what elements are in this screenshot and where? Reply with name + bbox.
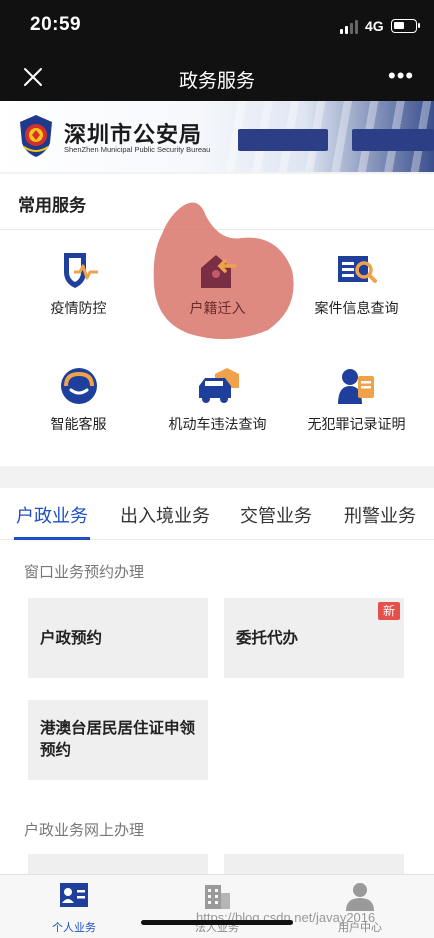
active-tab-indicator [14,537,90,540]
battery-icon [391,19,420,33]
nav-bar: 政务服务 ••• [0,55,434,101]
tile-online-partial[interactable] [28,854,208,874]
service-epidemic-control[interactable]: 疫情防控 [6,250,151,318]
battery-level [394,22,404,29]
common-services-section: 常用服务 疫情防控 户籍迁入 案件信息查询 智能客服 机动车违法查询 无犯罪记录… [0,174,434,466]
shield-heartbeat-icon [63,253,98,288]
headset-icon [60,368,97,404]
group-title: 户政业务网上办理 [24,822,145,839]
tile-delegated-service[interactable]: 委托代办 新 [224,598,404,678]
person-document-icon [337,369,374,404]
service-label: 无犯罪记录证明 [307,416,406,432]
tile-label: 委托代办 [236,630,299,647]
bottom-nav-corporate[interactable]: 法人业务 [157,881,277,935]
service-case-query[interactable]: 案件信息查询 [284,250,429,318]
bottom-nav: 个人业务 法人业务 用户中心 [0,874,434,938]
house-arrow-icon [200,255,237,288]
service-label: 案件信息查询 [314,300,399,316]
bottom-nav-personal[interactable]: 个人业务 [14,881,134,935]
tile-label: 港澳台居民居住证申领预约 [40,720,196,759]
banner-sign [352,129,434,151]
service-no-criminal-record[interactable]: 无犯罪记录证明 [284,366,429,434]
service-household-move-in[interactable]: 户籍迁入 [145,250,290,318]
service-smart-support[interactable]: 智能客服 [6,366,151,434]
bottom-nav-user-center[interactable]: 用户中心 [300,881,420,935]
tile-online-partial[interactable] [224,854,404,874]
service-label: 机动车违法查询 [168,416,267,432]
banner-sign [238,129,328,151]
group-title: 窗口业务预约办理 [24,564,145,581]
new-badge: 新 [378,602,400,620]
tile-household-booking[interactable]: 户政预约 [28,598,208,678]
status-bar: 20:59 4G [0,0,434,55]
car-house-icon [198,368,239,403]
business-section: 户政业务 出入境业务 交管业务 刑警业务 窗口业务预约办理 户政预约 委托代办 … [0,488,434,874]
tab-traffic[interactable]: 交管业务 [240,502,312,528]
police-emblem-icon [20,115,52,157]
service-label: 智能客服 [50,416,107,432]
section-title: 常用服务 [18,196,86,215]
service-label: 疫情防控 [50,300,107,316]
tile-hkmt-residence-permit[interactable]: 港澳台居民居住证申领预约 [28,700,208,780]
tab-exit-entry[interactable]: 出入境业务 [120,502,210,528]
status-time: 20:59 [30,14,82,35]
bureau-banner: 深圳市公安局 ShenZhen Municipal Public Securit… [0,101,434,172]
page-title: 政务服务 [178,71,255,92]
bottom-nav-label: 个人业务 [52,922,96,934]
tab-household[interactable]: 户政业务 [16,502,88,528]
person-card-icon [60,883,88,907]
business-tabs: 户政业务 出入境业务 交管业务 刑警业务 [0,488,434,540]
tile-label: 户政预约 [40,630,103,647]
service-label: 户籍迁入 [189,300,246,316]
user-icon [346,883,374,911]
service-vehicle-violation-query[interactable]: 机动车违法查询 [145,366,290,434]
signal-icon [340,20,362,34]
building-icon [205,885,230,909]
network-type: 4G [365,18,384,34]
case-search-icon [337,256,377,283]
bureau-english-name: ShenZhen Municipal Public Security Burea… [64,145,211,154]
tab-criminal[interactable]: 刑警业务 [344,502,416,528]
home-indicator [141,920,293,925]
more-icon[interactable]: ••• [388,63,414,89]
